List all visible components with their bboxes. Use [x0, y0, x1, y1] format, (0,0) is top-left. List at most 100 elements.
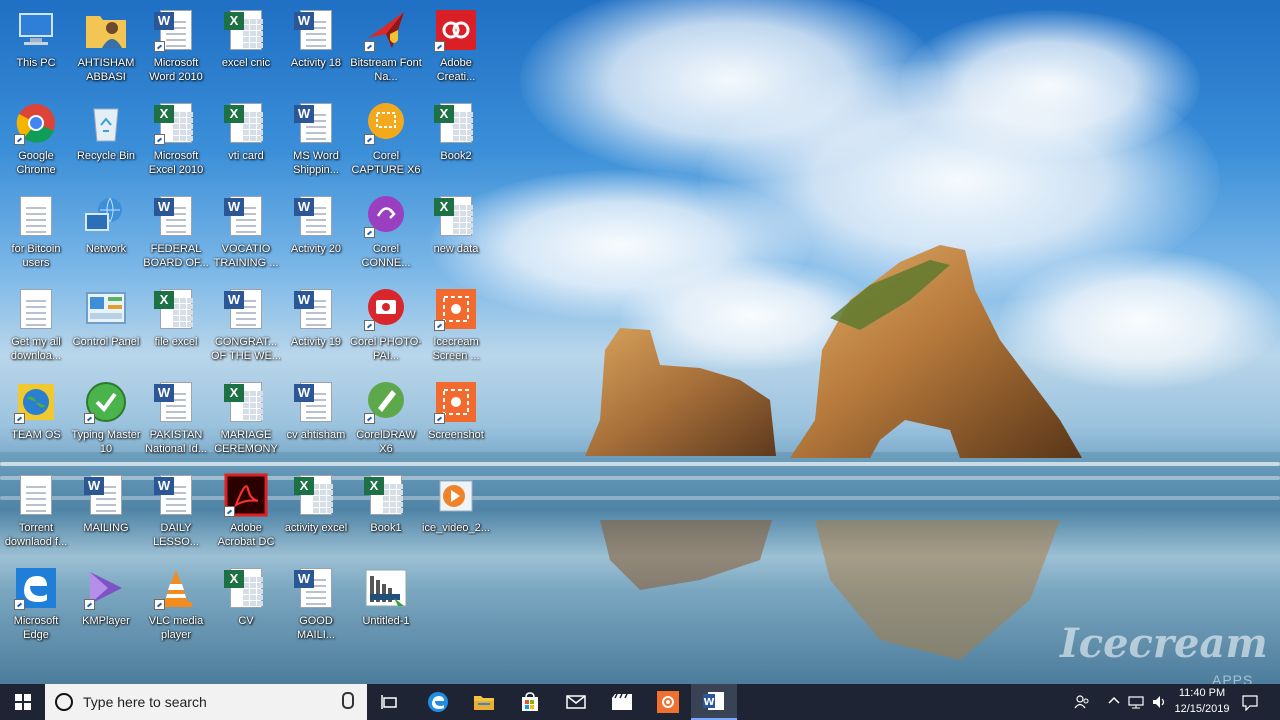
desktop-icon-for-bitcoin-users[interactable]: for Bitcoin users [0, 188, 72, 276]
desktop-icon-book2[interactable]: X Book2 [420, 95, 492, 183]
desktop-icon-new-data[interactable]: Xnew data [420, 188, 492, 276]
system-clock[interactable]: 11:40 PM 12/15/2019 [1168, 685, 1236, 717]
desktop-icon-mariage-ceremony[interactable]: X MARIAGE CEREMONY [210, 374, 282, 462]
desktop-icon-label: FEDERAL BOARD OF... [143, 243, 209, 269]
shortcut-arrow-icon [434, 41, 445, 52]
coreldraw-icon [364, 380, 408, 424]
desktop-icon-coreldraw-x6[interactable]: CorelDRAW X6 [350, 374, 422, 462]
corel-connect-icon [364, 194, 408, 238]
store-button[interactable] [507, 684, 553, 720]
desktop-icon-recycle-bin[interactable]: Recycle Bin [70, 95, 142, 183]
desktop-icon-label: Typing Master 10 [71, 429, 141, 455]
desktop-icon-bitstream-font-na[interactable]: Bitstream Font Na... [350, 2, 422, 90]
icecream-icon [434, 287, 478, 331]
video-editor-icon [612, 693, 632, 710]
desktop-icon-label: CV [238, 615, 254, 627]
typing-icon [84, 380, 128, 424]
desktop-icon-corel-photo-pai[interactable]: Corel PHOTO-PAI... [350, 281, 422, 369]
desktop-icon-label: VLC media player [148, 615, 204, 641]
action-center-icon[interactable] [1242, 695, 1258, 714]
desktop-icon-activity-excel[interactable]: Xactivity excel [280, 467, 352, 555]
desktop-icon-untitled-1[interactable]: Untitled-1 [350, 560, 422, 648]
desktop-icon-label: PAKISTAN National Id... [145, 429, 207, 455]
desktop-icon-daily-lesso[interactable]: W DAILY LESSO... [140, 467, 212, 555]
file-explorer-button[interactable] [461, 684, 507, 720]
corel-photo-icon [364, 287, 408, 331]
shortcut-arrow-icon [364, 41, 375, 52]
desktop-icon-corel-conne[interactable]: Corel CONNE... [350, 188, 422, 276]
desktop-icon-label: Book1 [370, 522, 402, 534]
shortcut-arrow-icon [154, 599, 165, 610]
desktop-icon-vlc-media-player[interactable]: VLC media player [140, 560, 212, 648]
taskbar-search-box[interactable]: Type here to search [45, 684, 367, 720]
icecream-icon [657, 691, 679, 713]
corel-capture-icon [364, 101, 408, 145]
video-editor-button[interactable] [599, 684, 645, 720]
acrobat-icon [224, 473, 268, 517]
desktop-icon-book1[interactable]: X Book1 [350, 467, 422, 555]
desktop-icon-label: Get my all downloa... [10, 336, 62, 362]
desktop-icon-team-os[interactable]: TEAM OS [0, 374, 72, 462]
desktop-icon-corel-capture-x6[interactable]: Corel CAPTURE X6 [350, 95, 422, 183]
desktop-icon-microsoft-word-2010[interactable]: W Microsoft Word 2010 [140, 2, 212, 90]
edge-icon [14, 566, 58, 610]
excel-document-icon: X [434, 101, 478, 145]
edge-taskbar-button[interactable] [415, 684, 461, 720]
desktop-icon-network[interactable]: Network [70, 188, 142, 276]
microphone-icon[interactable] [342, 692, 354, 709]
desktop-icon-pakistan-national-id[interactable]: W PAKISTAN National Id... [140, 374, 212, 462]
desktop-icon-federal-board-of[interactable]: W FEDERAL BOARD OF... [140, 188, 212, 276]
task-view-button[interactable] [367, 684, 413, 720]
desktop-icon-microsoft-excel-2010[interactable]: X Microsoft Excel 2010 [140, 95, 212, 183]
desktop-icon-control-panel[interactable]: Control Panel [70, 281, 142, 369]
desktop-icon-label: VOCATIO TRAINING ... [213, 243, 279, 269]
clock-time: 11:40 PM [1178, 687, 1226, 699]
shortcut-arrow-icon [154, 41, 165, 52]
desktop-icon-microsoft-edge[interactable]: Microsoft Edge [0, 560, 72, 648]
desktop-icon-mailing[interactable]: W MAILING [70, 467, 142, 555]
desktop-icon-excel-cnic[interactable]: Xexcel cnic [210, 2, 282, 90]
desktop-icon-torrent-downlaod-f[interactable]: Torrent downlaod f... [0, 467, 72, 555]
desktop-icon-label: Screenshot [428, 429, 484, 441]
desktop-icon-google-chrome[interactable]: Google Chrome [0, 95, 72, 183]
desktop-icon-ms-word-shippin[interactable]: W MS Word Shippin... [280, 95, 352, 183]
desktop-icon-this-pc[interactable]: This PC [0, 2, 72, 90]
desktop-icon-kmplayer[interactable]: KMPlayer [70, 560, 142, 648]
desktop-icon-label: Torrent downlaod f... [4, 522, 68, 548]
desktop-icon-label: Control Panel [72, 336, 140, 348]
chevron-up-icon[interactable] [1108, 695, 1120, 710]
shortcut-arrow-icon [14, 413, 25, 424]
desktop-icon-good-maili[interactable]: W GOOD MAILI... [280, 560, 352, 648]
desktop-icon-adobe-creati[interactable]: Adobe Creati... [420, 2, 492, 90]
people-icon[interactable] [1074, 695, 1090, 712]
desktop-icon-activity-20[interactable]: W Activity 20 [280, 188, 352, 276]
volume-icon[interactable] [1152, 695, 1168, 712]
desktop-icon-icecream-screen[interactable]: Icecream Screen ... [420, 281, 492, 369]
desktop-icon-label: file excel [154, 336, 198, 348]
desktop-icon-cv[interactable]: X CV [210, 560, 282, 648]
desktop-icon-get-my-all-downloa[interactable]: Get my all downloa... [0, 281, 72, 369]
shortcut-arrow-icon [84, 413, 95, 424]
word-taskbar-button[interactable]: W [691, 684, 737, 720]
desktop-icon-vocatio-training[interactable]: W VOCATIO TRAINING ... [210, 188, 282, 276]
desktop-icon-vti-card[interactable]: Xvti card [210, 95, 282, 183]
mail-button[interactable] [553, 684, 599, 720]
desktop-icon-congrat-of-the-we[interactable]: W CONGRAT... OF THE WE... [210, 281, 282, 369]
task-view-icon [381, 695, 397, 709]
desktop-icon-screenshot[interactable]: Screenshot [420, 374, 492, 462]
desktop-icon-ice-video-2[interactable]: ice_video_2... [420, 467, 492, 555]
desktop-icon-ahtisham-abbasi[interactable]: AHTISHAM ABBASI [70, 2, 142, 90]
icecream-taskbar-button[interactable] [645, 684, 691, 720]
desktop-icon-typing-master-10[interactable]: Typing Master 10 [70, 374, 142, 462]
vlc-icon [154, 566, 198, 610]
desktop-icon-file-excel[interactable]: Xfile excel [140, 281, 212, 369]
desktop-icon-label: Network [85, 243, 127, 255]
network-tray-icon[interactable] [1128, 695, 1144, 712]
windows-logo-icon [15, 694, 31, 710]
desktop-icon-label: Icecream Screen ... [432, 336, 480, 362]
desktop-icon-activity-19[interactable]: W Activity 19 [280, 281, 352, 369]
start-button[interactable] [0, 684, 46, 720]
desktop-icon-cv-ahtisham[interactable]: Wcv ahtisham [280, 374, 352, 462]
desktop-icon-activity-18[interactable]: W Activity 18 [280, 2, 352, 90]
desktop-icon-adobe-acrobat-dc[interactable]: Adobe Acrobat DC [210, 467, 282, 555]
